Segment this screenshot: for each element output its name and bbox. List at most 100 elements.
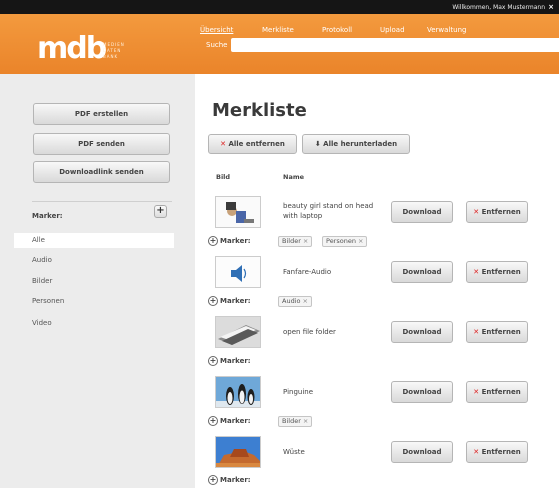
add-marker-icon[interactable]: +: [208, 296, 218, 306]
download-all-button[interactable]: ⬇ Alle herunterladen: [302, 134, 410, 154]
add-marker-icon[interactable]: +: [208, 475, 218, 485]
list-item: open file folder Download ✕ Entfernen + M…: [195, 316, 559, 376]
desert-thumbnail-icon: [216, 437, 260, 467]
tag-label: Bilder: [282, 237, 301, 245]
tag-label: Bilder: [282, 417, 301, 425]
add-marker-icon[interactable]: +: [208, 236, 218, 246]
remove-button[interactable]: ✕ Entfernen: [466, 441, 528, 463]
remove-button[interactable]: ✕ Entfernen: [466, 321, 528, 343]
sidebar-divider: [32, 201, 172, 202]
item-name: beauty girl stand on head with laptop: [283, 202, 374, 220]
remove-icon: ✕: [473, 268, 480, 276]
logo: mdb MEDIEN DATEN BANK: [37, 31, 157, 68]
image-thumbnail-icon: [216, 197, 260, 227]
thumbnail: [215, 376, 261, 408]
search-label: Suche: [206, 41, 228, 49]
marker-label: Marker:: [220, 297, 251, 305]
column-header-bild: Bild: [216, 173, 231, 181]
list-item: beauty girl stand on head with laptop Do…: [195, 196, 559, 256]
nav-upload[interactable]: Upload: [380, 26, 405, 34]
list-item: Pinguine Download ✕ Entfernen + Marker: B…: [195, 376, 559, 436]
marker-label: Marker:: [220, 237, 251, 245]
remove-label: Entfernen: [481, 208, 521, 216]
remove-icon: ✕: [220, 140, 226, 148]
nav-uebersicht[interactable]: Übersicht: [200, 26, 233, 34]
remove-all-label: Alle entfernen: [228, 140, 285, 148]
tag-bilder: Bilder ×: [278, 236, 313, 247]
nav-protokoll[interactable]: Protokoll: [322, 26, 352, 34]
nav-merkliste[interactable]: Merkliste: [262, 26, 294, 34]
remove-button[interactable]: ✕ Entfernen: [466, 381, 528, 403]
item-name: Wüste: [283, 448, 305, 456]
item-marker-row: + Marker:: [208, 356, 251, 366]
add-marker-icon[interactable]: +: [208, 416, 218, 426]
download-all-label: Alle herunterladen: [323, 140, 398, 148]
remove-icon: ✕: [473, 328, 480, 336]
tag-remove-icon[interactable]: ×: [358, 237, 363, 245]
download-button[interactable]: Download: [391, 201, 453, 223]
audio-thumbnail-icon: [216, 257, 260, 287]
remove-label: Entfernen: [481, 268, 521, 276]
item-name: Pinguine: [283, 388, 314, 396]
marker-label: Marker:: [220, 417, 251, 425]
thumbnail: [215, 256, 261, 288]
marker-item-audio[interactable]: Audio: [14, 253, 174, 268]
remove-icon: ✕: [473, 208, 480, 216]
remove-icon: ✕: [473, 388, 480, 396]
close-icon[interactable]: ×: [548, 3, 554, 11]
marker-label: Marker:: [220, 357, 251, 365]
page-title: Merkliste: [212, 100, 307, 121]
top-bar: Willkommen, Max Mustermann ×: [0, 0, 559, 14]
tag-remove-icon[interactable]: ×: [303, 237, 308, 245]
folder-thumbnail-icon: [216, 317, 260, 347]
item-marker-row: + Marker:: [208, 416, 251, 426]
logo-text: mdb: [37, 31, 107, 66]
list-item: Fanfare-Audio Download ✕ Entfernen + Mark…: [195, 256, 559, 316]
pdf-create-button[interactable]: PDF erstellen: [33, 103, 170, 125]
nav-verwaltung[interactable]: Verwaltung: [427, 26, 466, 34]
column-header-name: Name: [283, 173, 305, 181]
marker-item-alle[interactable]: Alle: [14, 233, 174, 248]
marker-title: Marker:: [32, 212, 63, 220]
tag-remove-icon[interactable]: ×: [303, 417, 308, 425]
item-name: open file folder: [283, 328, 336, 336]
add-marker-button[interactable]: +: [154, 205, 167, 218]
remove-all-button[interactable]: ✕ Alle entfernen: [208, 134, 297, 154]
search-input[interactable]: [231, 38, 559, 52]
item-marker-row: + Marker:: [208, 236, 251, 246]
pdf-send-button[interactable]: PDF senden: [33, 133, 170, 155]
thumbnail: [215, 316, 261, 348]
remove-label: Entfernen: [481, 448, 521, 456]
remove-button[interactable]: ✕ Entfernen: [466, 201, 528, 223]
thumbnail: [215, 436, 261, 468]
remove-label: Entfernen: [481, 388, 521, 396]
download-button[interactable]: Download: [391, 261, 453, 283]
item-marker-row: + Marker:: [208, 475, 251, 485]
download-icon: ⬇: [314, 140, 321, 148]
logo-subtitle: MEDIEN DATEN BANK: [103, 42, 125, 59]
marker-label: Marker:: [220, 476, 251, 484]
item-marker-row: + Marker:: [208, 296, 251, 306]
remove-button[interactable]: ✕ Entfernen: [466, 261, 528, 283]
item-name: Fanfare-Audio: [283, 268, 332, 276]
tag-remove-icon[interactable]: ×: [302, 297, 307, 305]
download-button[interactable]: Download: [391, 441, 453, 463]
tag-bilder: Bilder ×: [278, 416, 313, 427]
marker-item-video[interactable]: Video: [14, 316, 174, 331]
header: mdb MEDIEN DATEN BANK Übersicht Merklist…: [0, 14, 559, 74]
penguin-thumbnail-icon: [216, 377, 260, 407]
add-marker-icon[interactable]: +: [208, 356, 218, 366]
remove-icon: ✕: [473, 448, 480, 456]
marker-item-personen[interactable]: Personen: [14, 294, 174, 309]
tag-label: Personen: [326, 237, 356, 245]
download-button[interactable]: Download: [391, 381, 453, 403]
download-button[interactable]: Download: [391, 321, 453, 343]
downloadlink-send-button[interactable]: Downloadlink senden: [33, 161, 170, 183]
marker-item-bilder[interactable]: Bilder: [14, 274, 174, 289]
tag-label: Audio: [282, 297, 301, 305]
welcome-text: Willkommen, Max Mustermann: [452, 4, 545, 11]
list-item: Wüste Download ✕ Entfernen + Marker:: [195, 436, 559, 488]
thumbnail: [215, 196, 261, 228]
tag-personen: Personen ×: [322, 236, 368, 247]
tag-audio: Audio ×: [278, 296, 312, 307]
